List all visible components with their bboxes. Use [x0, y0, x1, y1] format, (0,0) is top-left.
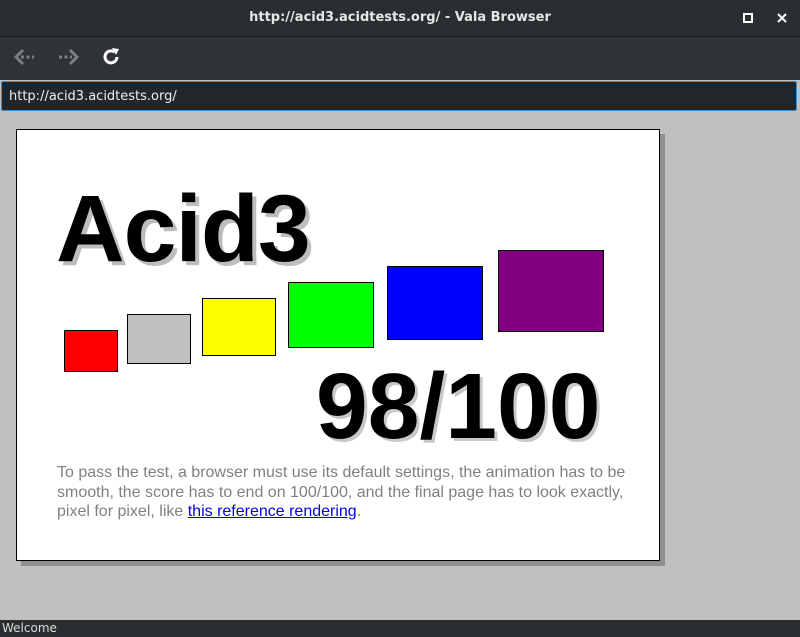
back-arrow-icon — [13, 47, 37, 71]
title-bar: http://acid3.acidtests.org/ - Vala Brows… — [0, 0, 800, 37]
back-button[interactable] — [11, 45, 39, 73]
web-content: Acid3 98/100 To pass the test, a browser… — [0, 112, 800, 620]
forward-arrow-icon — [56, 47, 80, 71]
reload-icon — [100, 46, 122, 72]
blue-box — [387, 266, 483, 340]
close-icon[interactable] — [773, 9, 791, 27]
maximize-icon[interactable] — [739, 9, 757, 27]
url-input[interactable] — [2, 82, 789, 110]
score-text: 98/100 — [316, 354, 601, 458]
reference-rendering-link[interactable]: this reference rendering — [188, 503, 357, 520]
red-box — [64, 330, 118, 372]
acid3-panel: Acid3 98/100 To pass the test, a browser… — [16, 129, 660, 561]
navigation-toolbar — [0, 37, 800, 80]
instructions-text: To pass the test, a browser must use its… — [57, 463, 627, 522]
forward-button[interactable] — [54, 45, 82, 73]
page-title: Acid3 — [56, 176, 311, 282]
address-bar[interactable] — [1, 81, 797, 111]
window-title: http://acid3.acidtests.org/ - Vala Brows… — [249, 10, 551, 25]
yellow-box — [202, 298, 276, 356]
silver-box — [127, 314, 191, 364]
instructions-end: . — [356, 503, 362, 520]
status-bar: Welcome — [0, 620, 800, 637]
green-box — [288, 282, 374, 348]
reload-button[interactable] — [97, 45, 125, 73]
purple-box — [498, 250, 604, 332]
